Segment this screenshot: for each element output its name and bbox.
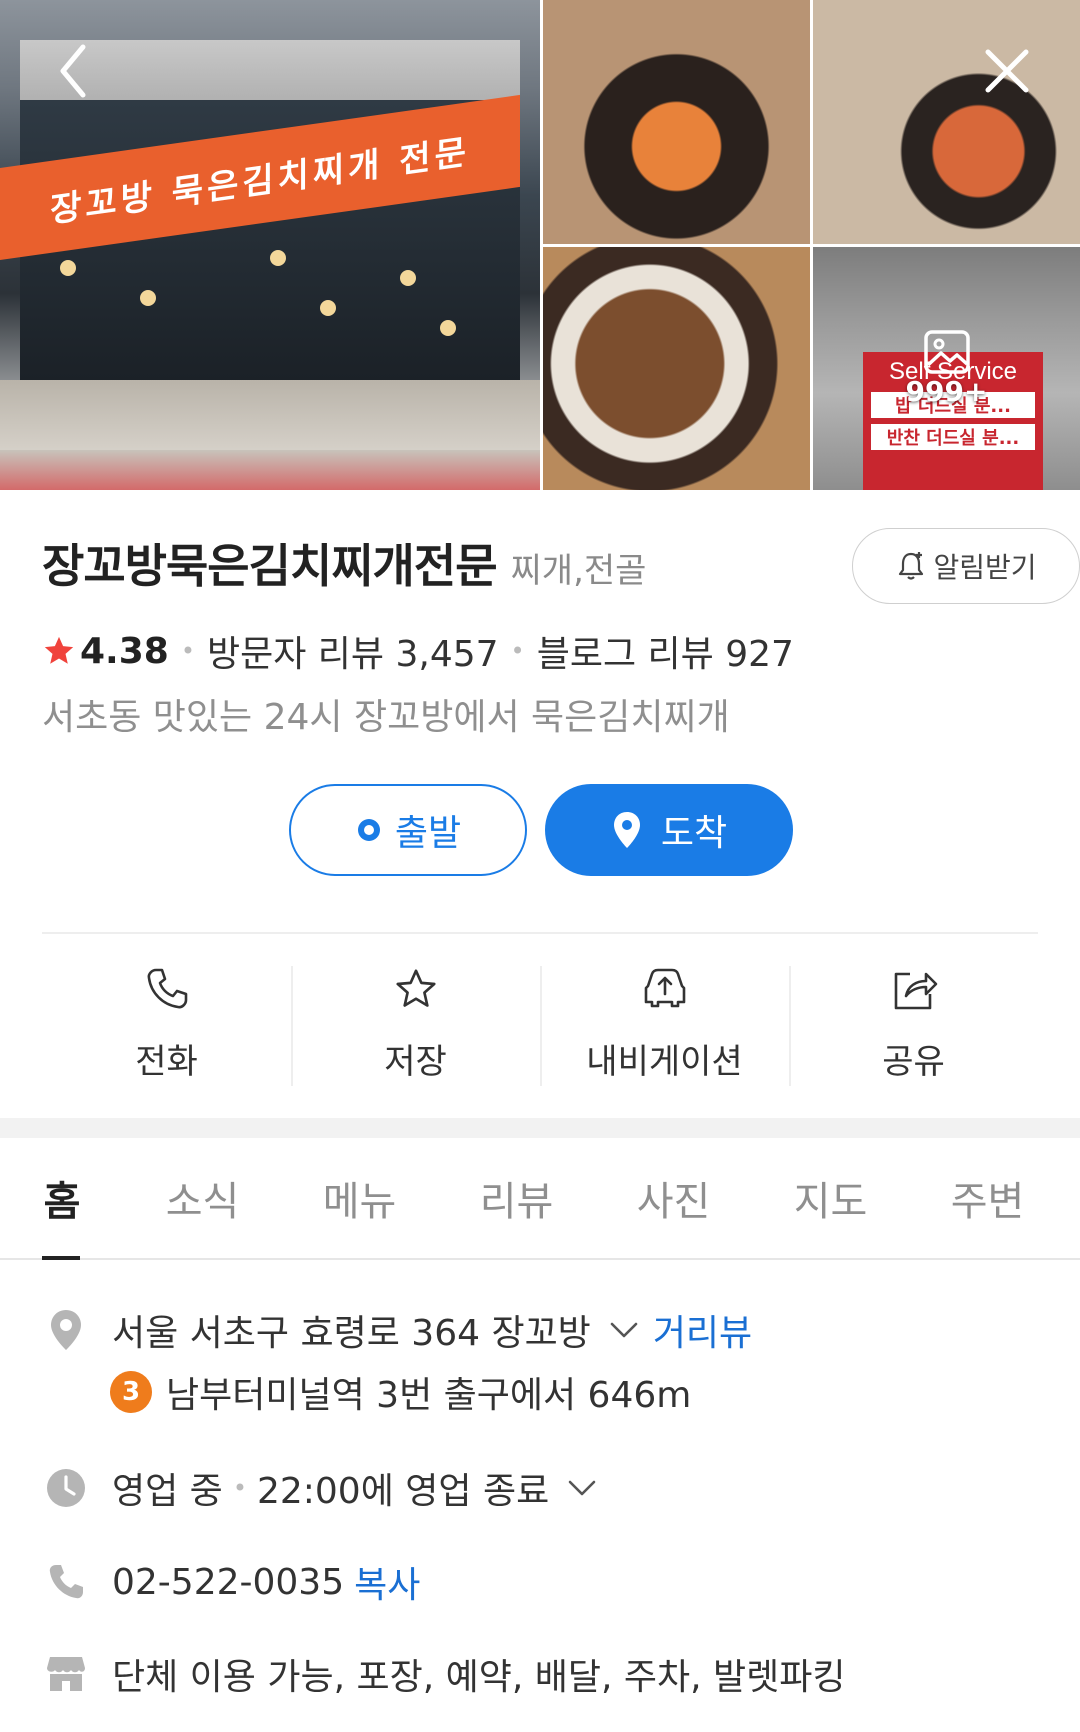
save-action-label: 저장 (384, 1042, 447, 1082)
chevron-down-icon[interactable] (609, 1320, 639, 1340)
section-gap (0, 1118, 1080, 1138)
chevron-left-icon (60, 44, 86, 98)
tab-menu[interactable]: 메뉴 (281, 1138, 438, 1258)
map-pin-icon (42, 1306, 90, 1354)
phone-number[interactable]: 02-522-0035 (112, 1562, 344, 1603)
close-button[interactable] (972, 36, 1042, 106)
storefront-base (0, 380, 540, 450)
share-action-label: 공유 (882, 1042, 945, 1082)
share-icon (894, 972, 937, 1010)
address-row: 서울 서초구 효령로 364 장꼬방 거리뷰 (42, 1304, 752, 1356)
location-pin-icon (613, 812, 640, 848)
more-photos-overlay: 999+ (813, 247, 1080, 490)
food-photo-bulgogi[interactable] (543, 247, 810, 490)
business-hours: 22:00에 영업 종료 (256, 1471, 550, 1512)
amenities-text: 단체 이용 가능, 포장, 예약, 배달, 주차, 발렛파킹 (112, 1657, 846, 1698)
tab-nearby[interactable]: 주변 (909, 1138, 1066, 1258)
close-icon (985, 49, 1029, 93)
tab-bar: 홈 소식 메뉴 리뷰 사진 지도 주변 (0, 1138, 1080, 1260)
subway-line-badge: 3 (110, 1371, 152, 1413)
car-navigation-icon (644, 968, 685, 1008)
tab-home[interactable]: 홈 (0, 1138, 124, 1260)
place-category: 찌개,전골 (510, 551, 647, 591)
tab-photos[interactable]: 사진 (595, 1138, 752, 1258)
storefront-street (0, 450, 540, 490)
image-icon (923, 330, 970, 374)
hours-row[interactable]: 영업 중 • 22:00에 영업 종료 (42, 1462, 597, 1514)
address-text: 서울 서초구 효령로 364 장꼬방 (112, 1313, 591, 1354)
star-filled-icon (44, 636, 74, 664)
phone-filled-icon (42, 1558, 90, 1606)
alarm-button-label: 알림받기 (933, 551, 1037, 584)
tab-news[interactable]: 소식 (124, 1138, 281, 1258)
clock-icon (42, 1464, 90, 1512)
call-action[interactable]: 전화 (42, 960, 291, 1090)
route-end-button[interactable]: 도착 (545, 784, 793, 876)
place-title: 장꼬방묵은김치찌개전문 (42, 539, 498, 593)
tab-map[interactable]: 지도 (752, 1138, 909, 1258)
food-photo-stew[interactable] (543, 0, 810, 244)
more-photos-count: 999+ (905, 375, 988, 408)
origin-dot-icon (357, 819, 380, 841)
street-view-link[interactable]: 거리뷰 (653, 1304, 752, 1356)
place-header: 장꼬방묵은김치찌개전문 찌개,전골 알림받기 (42, 528, 1080, 604)
rating-score: 4.38 (80, 630, 169, 672)
navigation-action-label: 내비게이션 (586, 1042, 743, 1082)
tab-reviews[interactable]: 리뷰 (438, 1138, 595, 1258)
subway-row: 3 남부터미널역 3번 출구에서 646m (110, 1366, 691, 1418)
visitor-reviews-link[interactable]: 방문자 리뷰 3,457 (207, 625, 499, 677)
route-end-label: 도착 (660, 813, 728, 854)
action-row: 전화 저장 내비게이션 공유 (42, 960, 1038, 1090)
call-action-label: 전화 (135, 1042, 198, 1082)
rating-row: 4.38 • 방문자 리뷰 3,457 • 블로그 리뷰 927 (42, 625, 794, 677)
blog-reviews-link[interactable]: 블로그 리뷰 927 (537, 625, 794, 677)
amenities-row: 단체 이용 가능, 포장, 예약, 배달, 주차, 발렛파킹 (42, 1648, 845, 1700)
photo-grid[interactable]: 장꼬방 묵은김치찌개 전문 Self Service 밥 더드실 분... 반찬… (0, 0, 1080, 490)
alarm-button[interactable]: 알림받기 (852, 528, 1080, 604)
business-status: 영업 중 (112, 1471, 223, 1512)
divider (42, 932, 1038, 934)
star-icon (395, 969, 436, 1007)
separator-dot: • (180, 637, 195, 665)
subway-distance-text: 남부터미널역 3번 출구에서 646m (166, 1375, 692, 1416)
navigation-action[interactable]: 내비게이션 (540, 960, 789, 1090)
store-icon (42, 1650, 90, 1698)
route-start-label: 출발 (394, 813, 462, 854)
back-button[interactable] (38, 36, 108, 106)
chevron-down-icon[interactable] (567, 1478, 597, 1498)
share-action[interactable]: 공유 (789, 960, 1038, 1090)
bell-plus-icon (899, 552, 924, 580)
separator-dot: • (510, 637, 525, 665)
phone-row: 02-522-0035 복사 (42, 1556, 420, 1608)
phone-icon (147, 968, 187, 1009)
place-summary: 서초동 맛있는 24시 장꼬방에서 묵은김치찌개 (42, 697, 730, 738)
more-photos-tile[interactable]: Self Service 밥 더드실 분... 반찬 더드실 분... 999+ (813, 247, 1080, 490)
save-action[interactable]: 저장 (291, 960, 540, 1090)
route-start-button[interactable]: 출발 (289, 784, 527, 876)
copy-phone-link[interactable]: 복사 (354, 1556, 420, 1608)
separator-dot: • (232, 1474, 247, 1502)
